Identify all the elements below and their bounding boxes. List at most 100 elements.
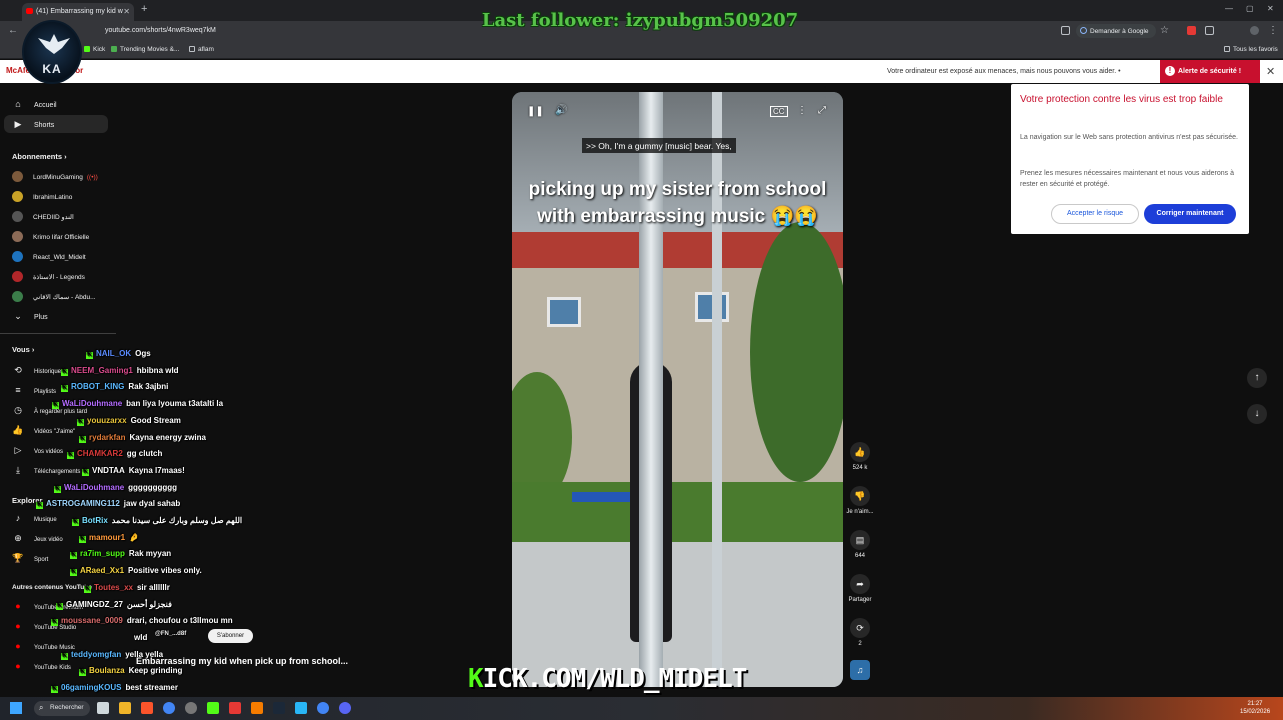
sidebar-item-label: Jeux vidéo	[34, 537, 63, 543]
channel-handle[interactable]: @FN_...d8f	[155, 631, 186, 637]
taskbar-clock[interactable]: 21:27 15/02/2026	[1240, 700, 1270, 716]
more-options-icon[interactable]: ⋮	[797, 105, 807, 116]
youtube-favicon-icon	[26, 8, 33, 14]
taskbar-search-label: Rechercher	[50, 704, 84, 711]
browser-tab[interactable]: (41) Embarrassing my kid w ✕	[22, 3, 134, 21]
taskbar-search[interactable]: ⌕ Rechercher	[34, 701, 90, 716]
live-indicator-icon: ((•))	[86, 174, 98, 181]
chat-username: WaLiDouhmane	[64, 483, 125, 492]
sidebar-item-label: Musique	[34, 517, 57, 523]
chrome-icon[interactable]	[317, 702, 329, 714]
menu-dots-icon[interactable]: ⋮	[1268, 25, 1278, 36]
task-view-icon[interactable]	[97, 702, 109, 714]
bookmark-kick[interactable]: Kick	[84, 46, 105, 53]
comment-count: 644	[854, 553, 865, 559]
steam-icon[interactable]	[273, 702, 285, 714]
app-icon[interactable]	[295, 702, 307, 714]
remix-count: 2	[858, 641, 862, 647]
subscription-item[interactable]: LordMinuGaming ((•))	[12, 171, 98, 182]
close-icon[interactable]: ✕	[1266, 65, 1275, 78]
comments-button[interactable]: ▤ 644	[846, 530, 874, 559]
sidebar-item-history[interactable]: ⟲ Historique	[12, 365, 61, 376]
sidebar-item-downloads[interactable]: ⤓ Téléchargements	[12, 465, 80, 476]
subscriptions-header[interactable]: Abonnements ›	[12, 152, 67, 161]
you-header[interactable]: Vous ›	[12, 345, 34, 354]
search-icon: ⌕	[39, 703, 44, 712]
chat-text: ban liya lyouma t3atalti la	[126, 399, 224, 408]
fix-now-button[interactable]: Corriger maintenant	[1144, 204, 1236, 224]
app-icon[interactable]	[229, 702, 241, 714]
subscribe-button[interactable]: S'abonner	[208, 629, 253, 643]
back-icon[interactable]: ←	[8, 25, 18, 36]
window-close-icon[interactable]: ✕	[1267, 4, 1274, 13]
sidebar-item-music[interactable]: ♪ Musique	[12, 513, 57, 523]
sound-thumbnail[interactable]: ♫	[846, 660, 874, 680]
shorts-icon: ▶	[14, 119, 22, 129]
subscription-item[interactable]: React_Wld_Midelt	[12, 251, 86, 262]
pause-icon[interactable]: ❚❚	[527, 106, 544, 117]
new-tab-icon[interactable]: +	[141, 3, 147, 15]
kick-badge-icon: K	[52, 402, 59, 409]
bookmark-label: aflam	[198, 46, 214, 53]
dislike-button[interactable]: 👎 Je n'aim...	[846, 486, 874, 515]
app-icon[interactable]	[251, 702, 263, 714]
sidebar-item-playlists[interactable]: ≡ Playlists	[12, 385, 56, 395]
bookmark-trending-movies[interactable]: Trending Movies &...	[111, 46, 179, 53]
chat-text: Good Stream	[130, 416, 181, 425]
bookmark-aflam[interactable]: aflam	[189, 46, 214, 53]
fullscreen-icon[interactable]: ⤢	[818, 105, 826, 116]
movies-icon	[111, 46, 117, 52]
captions-icon[interactable]: CC	[770, 106, 788, 117]
maximize-icon[interactable]: ▢	[1246, 4, 1254, 13]
extension-youtube-icon[interactable]	[1187, 26, 1196, 35]
subscription-item[interactable]: سماك الاقاني - Abdu...	[12, 291, 96, 302]
app-icon[interactable]	[185, 702, 197, 714]
sidebar-item-shorts[interactable]: ▶ Shorts	[12, 119, 55, 130]
sidebar-item-sport[interactable]: 🏆 Sport	[12, 553, 48, 564]
sidebar-item-liked-videos[interactable]: 👍 Vidéos "J'aime"	[12, 425, 75, 436]
all-favorites[interactable]: Tous les favoris	[1224, 46, 1278, 53]
previous-short-button[interactable]: ↑	[1247, 368, 1267, 388]
subscription-item[interactable]: Krimo Iifar Officielle	[12, 231, 89, 242]
brave-icon[interactable]	[141, 702, 153, 714]
chevron-right-icon: ›	[31, 345, 35, 354]
url-field[interactable]: youtube.com/shorts/4nwR3weq7kM	[105, 27, 216, 34]
extensions-icon[interactable]	[1205, 26, 1214, 35]
windows-start-icon[interactable]	[10, 702, 22, 714]
kick-badge-icon: K	[82, 469, 89, 476]
subscription-item[interactable]: الاستاذة - Legends	[12, 271, 85, 282]
discord-icon[interactable]	[339, 702, 351, 714]
remix-button[interactable]: ⟳ 2	[846, 618, 874, 647]
ask-google-button[interactable]: Demander à Google	[1076, 24, 1156, 38]
subscription-item[interactable]: CHEDIID الندو	[12, 211, 74, 222]
chrome-icon[interactable]	[163, 702, 175, 714]
next-short-button[interactable]: ↓	[1247, 404, 1267, 424]
file-explorer-icon[interactable]	[119, 702, 131, 714]
sidebar-item-more[interactable]: ⌄ Plus	[12, 311, 47, 322]
accept-risk-button[interactable]: Accepter le risque	[1051, 204, 1139, 224]
chat-text: sir allllllr	[136, 583, 170, 592]
chat-text: 🤌	[129, 533, 139, 542]
security-alert-button[interactable]: ! Alerte de sécurité !	[1160, 60, 1260, 83]
sidebar-item-your-videos[interactable]: ▷ Vos vidéos	[12, 445, 64, 456]
phoenix-icon	[38, 34, 70, 54]
sidebar-item-gaming[interactable]: ⊕ Jeux vidéo	[12, 533, 63, 544]
subscription-item[interactable]: IbrahimLatino	[12, 191, 72, 202]
music-icon: ♪	[15, 513, 21, 523]
kick-badge-icon: K	[51, 686, 58, 693]
tab-close-icon[interactable]: ✕	[123, 7, 130, 16]
ask-google-label: Demander à Google	[1090, 28, 1149, 35]
subscription-name: سماك الاقاني - Abdu...	[33, 294, 96, 301]
minimize-icon[interactable]: —	[1225, 4, 1233, 13]
cast-icon[interactable]	[1061, 26, 1070, 35]
volume-icon[interactable]: 🔊	[555, 105, 567, 116]
kick-app-icon[interactable]	[207, 702, 219, 714]
sidebar-item-home[interactable]: ⌂ Accueil	[12, 99, 56, 109]
profile-avatar[interactable]	[1250, 26, 1259, 35]
bookmark-label: Trending Movies &...	[120, 46, 180, 53]
bookmark-star-icon[interactable]: ☆	[1160, 25, 1169, 36]
share-button[interactable]: ➦ Partager	[846, 574, 874, 603]
sidebar-item-kids[interactable]: ● YouTube Kids	[12, 661, 71, 671]
dislike-label: Je n'aim...	[846, 509, 874, 515]
like-button[interactable]: 👍 524 k	[846, 442, 874, 471]
